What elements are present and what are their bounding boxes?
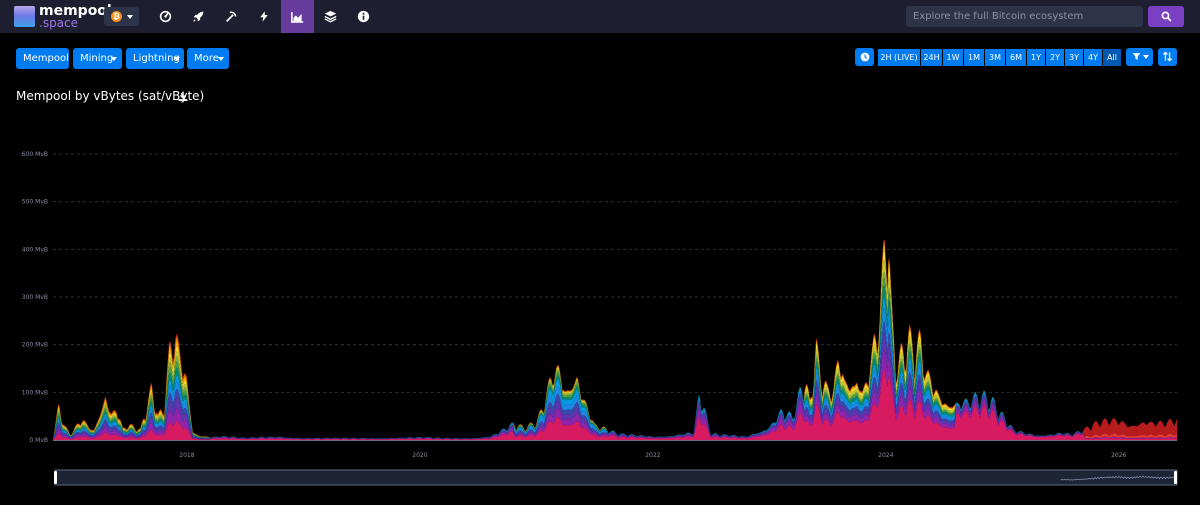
logo-mark-icon	[14, 6, 35, 27]
fee-band-area	[53, 245, 1177, 439]
fee-band-area	[53, 241, 1177, 439]
fee-band-area	[53, 333, 1177, 440]
info-icon	[357, 10, 370, 23]
nav-blocks[interactable]	[314, 0, 347, 33]
y-tick-label: 600 MvB	[22, 151, 48, 158]
zoom-slider-track	[54, 469, 1178, 486]
download-icon[interactable]	[178, 91, 188, 101]
range-button-3m[interactable]: 3M	[985, 49, 1005, 66]
chevron-down-icon	[127, 15, 133, 19]
nav-dashboard[interactable]	[149, 0, 182, 33]
chevron-down-icon	[218, 57, 224, 61]
mining-menu-label: Mining	[80, 53, 114, 64]
chevron-down-icon	[174, 57, 180, 61]
brand-suffix: .space	[39, 16, 79, 30]
search-button[interactable]	[1148, 6, 1184, 27]
y-tick-label: 400 MvB	[22, 246, 48, 253]
fee-band-area	[53, 285, 1177, 440]
nav-about[interactable]	[347, 0, 380, 33]
rocket-icon	[193, 11, 204, 22]
graphs-icon	[291, 11, 304, 23]
search-icon	[1161, 11, 1172, 22]
x-tick-label: 2018	[179, 452, 194, 459]
range-button-all[interactable]: All	[1103, 49, 1121, 66]
fee-band-area	[53, 259, 1177, 439]
lightning-menu-button[interactable]: Lightning	[126, 48, 184, 69]
range-button-2h-live-[interactable]: 2H (LIVE)	[878, 49, 920, 66]
x-tick-label: 2022	[645, 452, 660, 459]
chevron-down-icon	[111, 57, 117, 61]
more-menu-button[interactable]: More	[187, 48, 229, 69]
x-tick-label: 2020	[412, 452, 427, 459]
chevron-down-icon	[1143, 55, 1149, 59]
lightning-icon	[259, 11, 268, 22]
fee-band-area	[53, 240, 1177, 439]
dashboard-icon	[159, 10, 172, 23]
y-tick-label: 200 MvB	[22, 342, 48, 349]
mempool-menu-button[interactable]: Mempool	[16, 48, 69, 69]
network-selector-button[interactable]: ₿	[104, 7, 139, 26]
range-button-1m[interactable]: 1M	[964, 49, 984, 66]
mining-icon	[225, 11, 237, 23]
filter-icon	[1132, 53, 1141, 60]
filter-button[interactable]	[1126, 48, 1153, 66]
range-button-6m[interactable]: 6M	[1006, 49, 1026, 66]
clock-icon	[860, 52, 869, 62]
x-tick-label: 2026	[1111, 452, 1126, 459]
nav-accelerator[interactable]	[182, 0, 215, 33]
zoom-handle-right[interactable]	[1174, 471, 1177, 484]
nav-mining[interactable]	[215, 0, 248, 33]
top-nav-bar: mempool .space ₿	[0, 0, 1200, 33]
fee-band-area	[53, 321, 1177, 440]
zoom-handle-left[interactable]	[54, 471, 57, 484]
more-menu-label: More	[194, 53, 219, 64]
fee-band-area	[53, 277, 1177, 440]
layers-icon	[324, 10, 337, 23]
range-button-2y[interactable]: 2Y	[1046, 49, 1064, 66]
mining-menu-button[interactable]: Mining	[73, 48, 122, 69]
fee-band-area	[53, 243, 1177, 439]
invert-order-button[interactable]	[1158, 48, 1177, 66]
range-button-4y[interactable]: 4Y	[1084, 49, 1102, 66]
chart-title: Mempool by vBytes (sat/vByte)	[16, 89, 205, 103]
mempool-chart: 0 MvB 100 MvB 200 MvB 300 MvB 400 MvB 500 MvB…	[22, 151, 1178, 486]
brand-logo[interactable]: mempool .space	[14, 4, 112, 30]
sort-icon	[1162, 51, 1173, 62]
fee-band-area	[53, 297, 1177, 440]
bitcoin-icon: ₿	[111, 11, 122, 22]
mempool-menu-label: Mempool	[23, 53, 69, 64]
y-tick-label: 500 MvB	[22, 199, 48, 206]
range-button-3y[interactable]: 3Y	[1065, 49, 1083, 66]
y-tick-label: 0 MvB	[29, 437, 48, 444]
y-tick-label: 300 MvB	[22, 294, 48, 301]
range-button-1y[interactable]: 1Y	[1027, 49, 1045, 66]
range-button-1w[interactable]: 1W	[943, 49, 963, 66]
live-clock-button[interactable]	[855, 48, 874, 66]
nav-lightning[interactable]	[247, 0, 280, 33]
search-input[interactable]	[906, 6, 1143, 27]
fee-band-area	[53, 349, 1177, 440]
x-tick-label: 2024	[878, 452, 893, 459]
range-button-24h[interactable]: 24H	[921, 49, 942, 66]
nav-graphs[interactable]	[281, 0, 314, 33]
fee-band-area	[53, 239, 1177, 439]
fee-band-area	[53, 307, 1177, 440]
lightning-menu-label: Lightning	[133, 53, 180, 64]
y-tick-label: 100 MvB	[22, 389, 48, 396]
